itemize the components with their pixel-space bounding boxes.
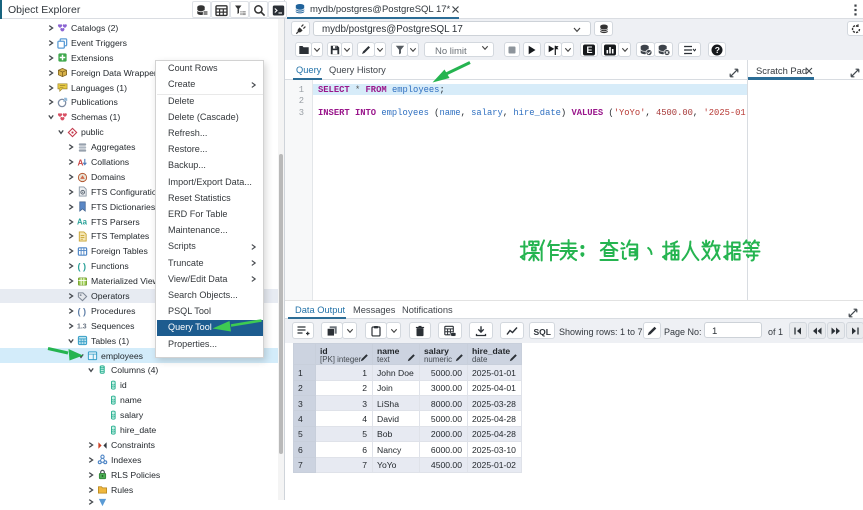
- svg-text:E: E: [587, 45, 593, 55]
- svg-text:?: ?: [715, 45, 720, 55]
